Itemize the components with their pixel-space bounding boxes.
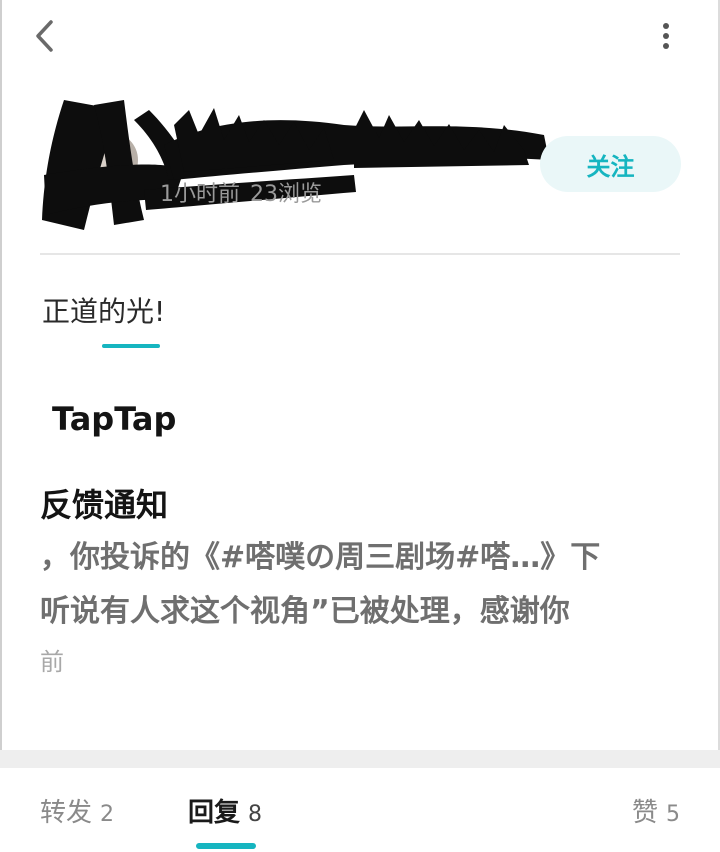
tab-repost-count: 2 bbox=[100, 802, 115, 827]
notice-line-2: 听说有人求这个视角”已被处理，感谢你 bbox=[40, 594, 570, 626]
follow-button[interactable]: 关注 bbox=[540, 136, 681, 192]
tab-like[interactable]: 赞 5 bbox=[632, 792, 681, 828]
tab-reply-count: 8 bbox=[248, 802, 263, 827]
tab-like-label: 赞 bbox=[632, 798, 659, 828]
notice-title: 反馈通知 bbox=[40, 486, 169, 524]
vertical-dots-icon bbox=[663, 23, 669, 49]
tab-reply-label: 回复 bbox=[188, 798, 241, 828]
tab-like-count: 5 bbox=[666, 802, 681, 827]
post-time: 1小时前 bbox=[160, 182, 240, 207]
notice-line-3: 前 bbox=[40, 648, 64, 676]
header-divider bbox=[40, 253, 680, 255]
post-text: 正道的光! bbox=[42, 295, 166, 328]
chevron-left-icon bbox=[36, 20, 53, 52]
frame-edge-left bbox=[0, 0, 2, 852]
more-options-button[interactable] bbox=[648, 16, 684, 56]
tab-repost-label: 转发 bbox=[40, 798, 93, 828]
active-tab-indicator bbox=[196, 843, 256, 849]
redaction-scribble bbox=[42, 100, 549, 230]
post-text-accent-underline bbox=[102, 344, 160, 348]
notice-brand: TapTap bbox=[52, 400, 177, 438]
top-bar bbox=[0, 0, 720, 72]
post-meta: 1小时前 23浏览 bbox=[160, 176, 322, 208]
section-separator bbox=[0, 750, 720, 768]
notice-line-1: ，你投诉的《#嗒噗の周三剧场#嗒…》下 bbox=[40, 540, 601, 572]
back-button[interactable] bbox=[28, 16, 62, 56]
post-views: 23浏览 bbox=[250, 182, 322, 207]
tab-repost[interactable]: 转发 2 bbox=[40, 792, 115, 828]
tab-reply[interactable]: 回复 8 bbox=[188, 792, 263, 828]
